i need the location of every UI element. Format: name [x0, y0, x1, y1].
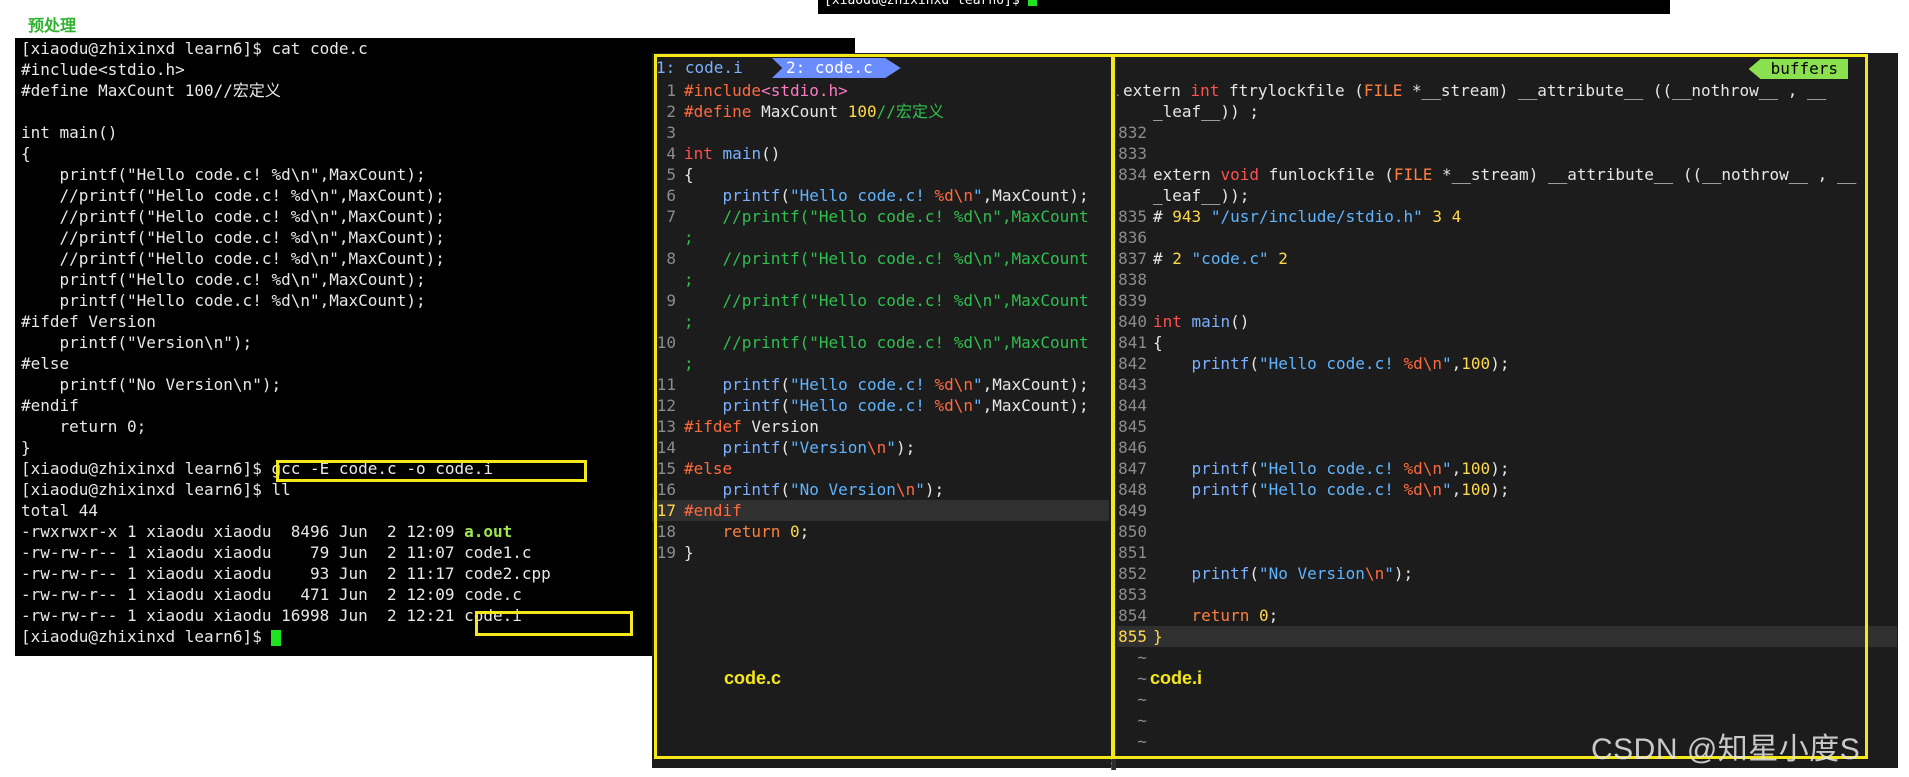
terminal-cursor	[271, 629, 282, 646]
label-code-i: code.i	[1150, 668, 1203, 688]
terminal-line: int main()	[21, 123, 118, 142]
section-title: 预处理	[28, 18, 77, 35]
file-name: code2.cpp	[464, 564, 551, 583]
watermark: CSDN @知星小度S	[1591, 733, 1861, 766]
file-name: code1.c	[464, 543, 532, 562]
terminal-line: }	[21, 438, 31, 457]
file-listing-row: -rw-rw-r-- 1 xiaodu xiaodu 79 Jun 2 11:0…	[21, 542, 551, 563]
terminal-line: #ifdef Version	[21, 312, 156, 331]
file-name: a.out	[464, 522, 513, 541]
gcc-command-highlight	[276, 460, 587, 482]
terminal-line: [xiaodu@zhixinxd learn6]$ ll	[21, 480, 291, 499]
file-meta: -rw-rw-r-- 1 xiaodu xiaodu 16998 Jun 2 1…	[21, 606, 465, 625]
terminal-line: printf("Hello code.c! %d\n",MaxCount);	[21, 165, 426, 184]
file-listing-row: -rw-rw-r-- 1 xiaodu xiaodu 16998 Jun 2 1…	[21, 605, 551, 626]
code-i-file-highlight	[475, 611, 633, 636]
file-name: code.c	[464, 585, 522, 604]
file-meta: -rw-rw-r-- 1 xiaodu xiaodu 79 Jun 2 11:0…	[21, 543, 465, 562]
top-cursor	[1027, 0, 1037, 6]
terminal-line: {	[21, 144, 31, 163]
code-i-pane-highlight	[1112, 54, 1868, 759]
top-prompt: [xiaodu@zhixinxd learn6]$	[824, 0, 1028, 8]
file-listing-row: -rwxrwxr-x 1 xiaodu xiaodu 8496 Jun 2 12…	[21, 521, 551, 542]
terminal-prompt: [xiaodu@zhixinxd learn6]$	[21, 627, 272, 646]
terminal-line: [xiaodu@zhixinxd learn6]$ cat code.c	[21, 39, 368, 58]
file-meta: -rw-rw-r-- 1 xiaodu xiaodu 93 Jun 2 11:1…	[21, 564, 465, 583]
terminal-line: printf("Version\n");	[21, 333, 253, 352]
label-code-c: code.c	[724, 668, 782, 688]
terminal-prompt-line[interactable]: [xiaodu@zhixinxd learn6]$	[21, 626, 551, 647]
top-terminal-strip: [xiaodu@zhixinxd learn6]$	[818, 0, 1670, 14]
terminal-line: //printf("Hello code.c! %d\n",MaxCount);	[21, 186, 445, 205]
terminal-line: printf("Hello code.c! %d\n",MaxCount);	[21, 270, 426, 289]
file-listing-row: -rw-rw-r-- 1 xiaodu xiaodu 471 Jun 2 12:…	[21, 584, 551, 605]
terminal-line: #endif	[21, 396, 79, 415]
terminal-line: #include<stdio.h>	[21, 60, 185, 79]
terminal-line: //printf("Hello code.c! %d\n",MaxCount);	[21, 249, 445, 268]
code-c-pane-highlight	[654, 54, 1114, 759]
file-meta: -rwxrwxr-x 1 xiaodu xiaodu 8496 Jun 2 12…	[21, 522, 465, 541]
terminal-line: total 44	[21, 501, 99, 520]
terminal-line: //printf("Hello code.c! %d\n",MaxCount);	[21, 228, 445, 247]
terminal-line: return 0;	[21, 417, 147, 436]
file-listing-row: -rw-rw-r-- 1 xiaodu xiaodu 93 Jun 2 11:1…	[21, 563, 551, 584]
terminal-line: //printf("Hello code.c! %d\n",MaxCount);	[21, 207, 445, 226]
terminal-line: #else	[21, 354, 70, 373]
file-meta: -rw-rw-r-- 1 xiaodu xiaodu 471 Jun 2 12:…	[21, 585, 465, 604]
terminal-output: [xiaodu@zhixinxd learn6]$ cat code.c #inc…	[21, 38, 551, 647]
terminal-line: #define MaxCount 100//宏定义	[21, 81, 281, 100]
terminal-line: printf("No Version\n");	[21, 375, 282, 394]
terminal-line: printf("Hello code.c! %d\n",MaxCount);	[21, 291, 426, 310]
